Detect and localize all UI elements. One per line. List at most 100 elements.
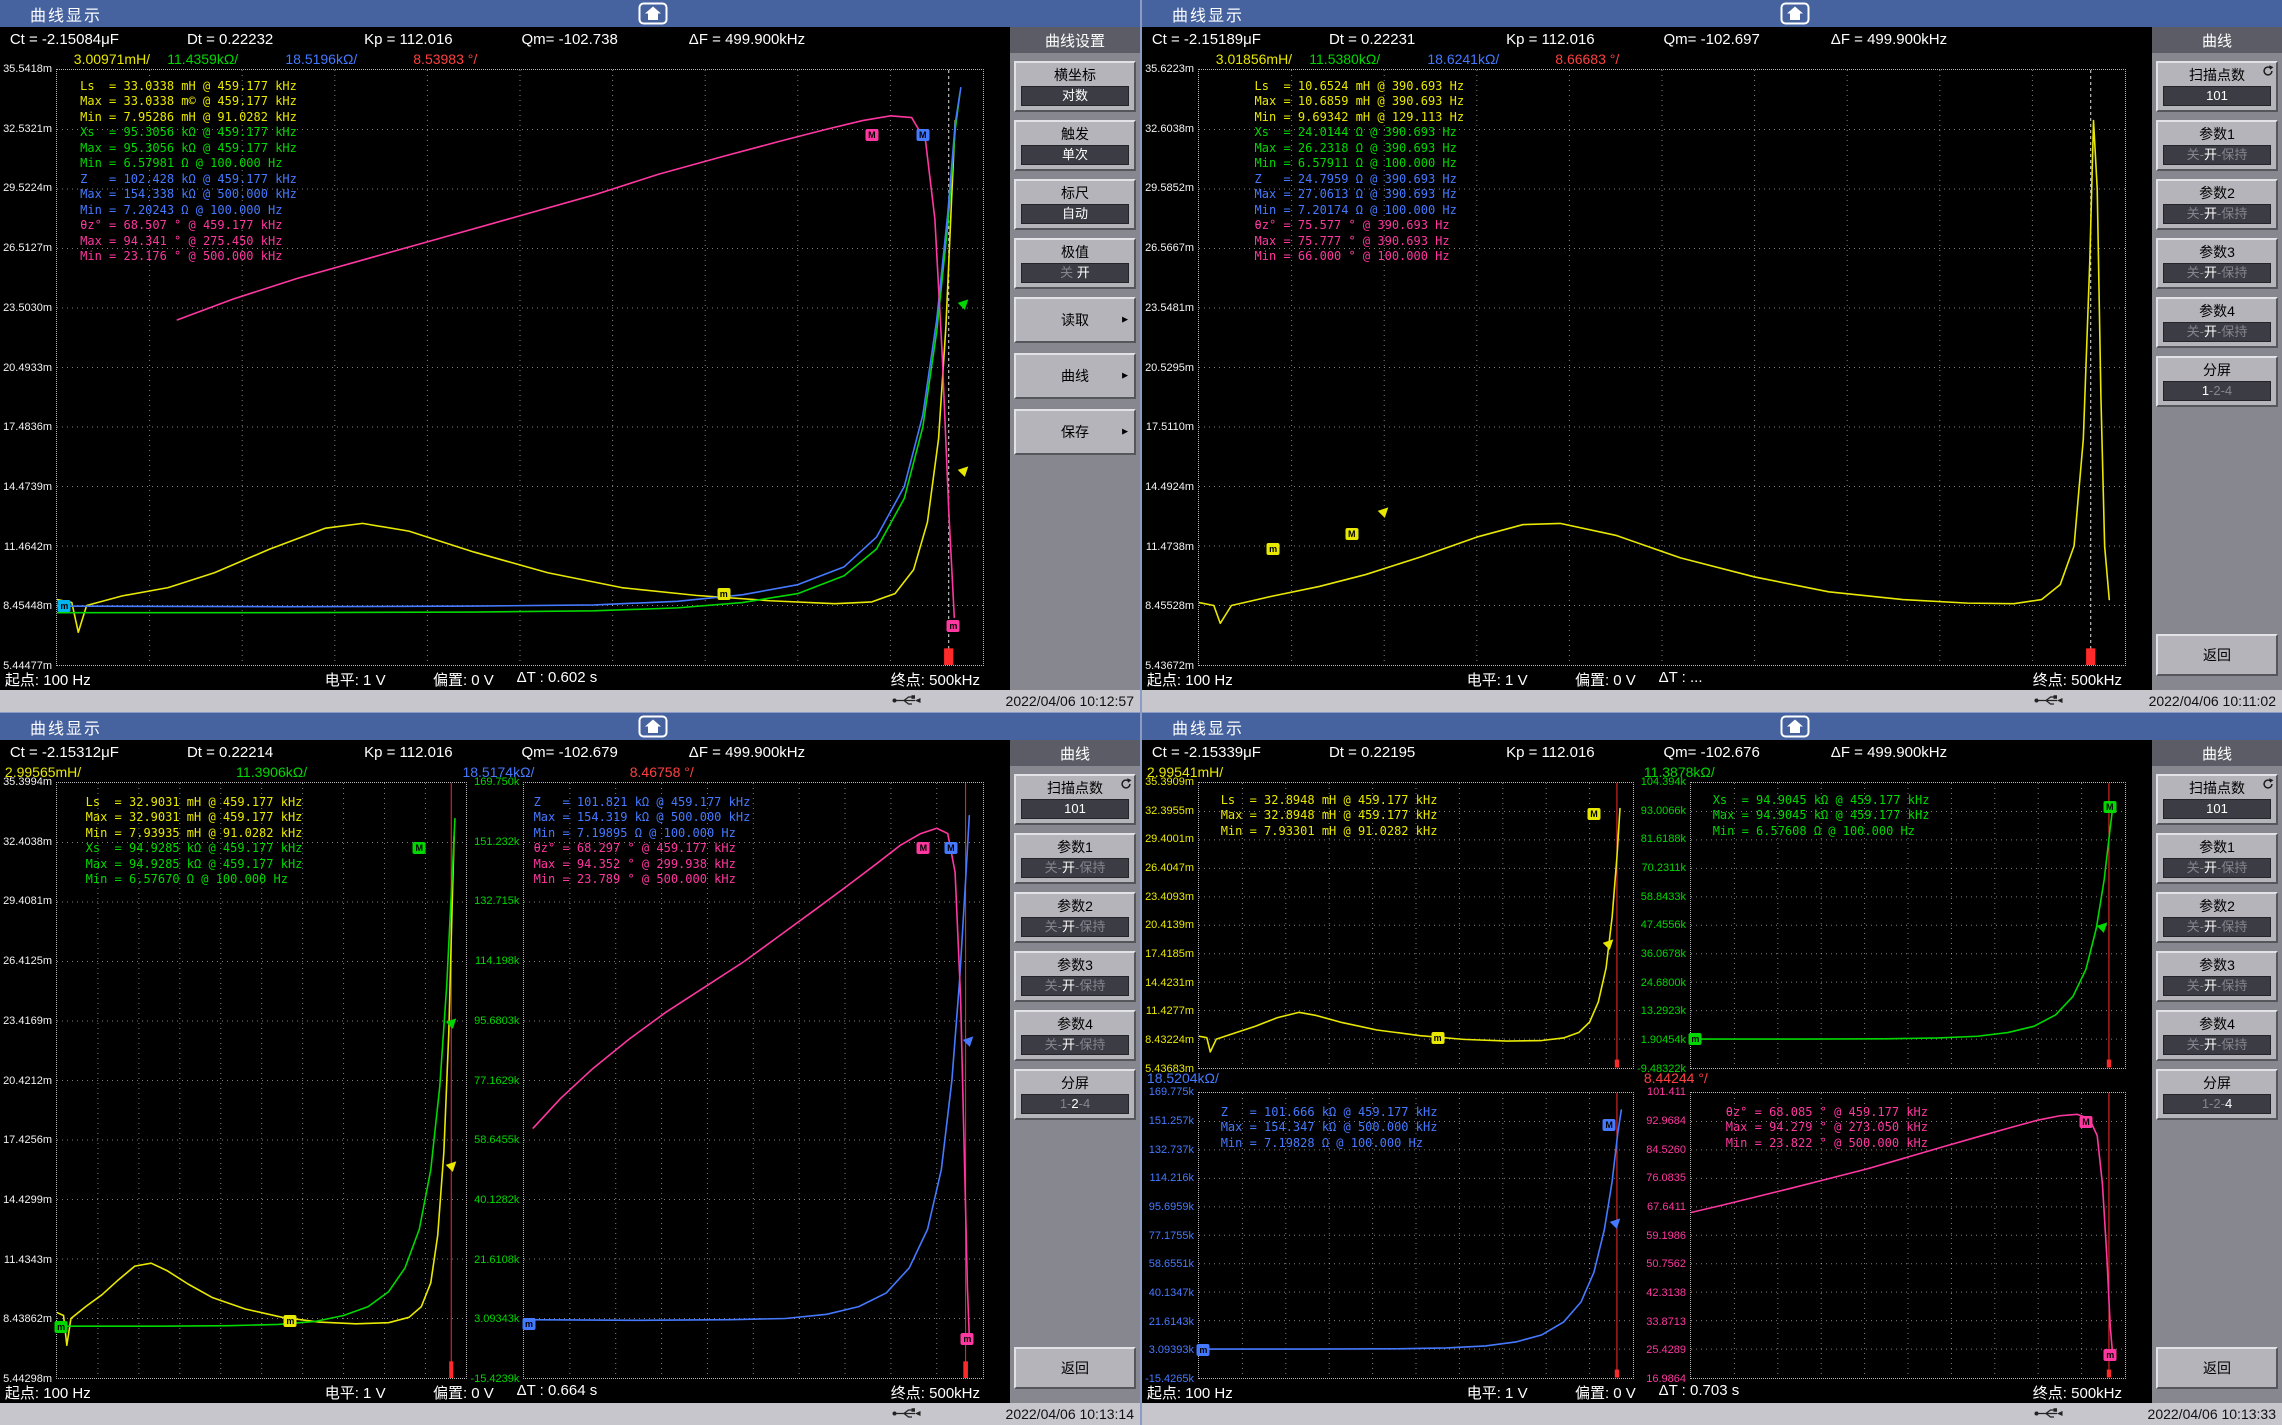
softkey-button[interactable]: 参数3关-开-保持 xyxy=(2156,238,2278,289)
y-axis-tick: 93.0066k xyxy=(1641,805,1686,817)
usb-icon xyxy=(892,694,922,707)
status-item: 起点: 100 Hz xyxy=(5,1382,91,1403)
home-button[interactable] xyxy=(638,715,668,738)
status-bar: 起点: 100 Hz电平: 1 V偏置: 0 VΔT : 0.602 s终点: … xyxy=(0,666,984,690)
chart: 169.775k151.257k132.737k114.216k95.6959k… xyxy=(1142,1092,1634,1379)
softkey-button[interactable]: 扫描点数 101 xyxy=(2156,61,2278,112)
measurement-value: Ct = -2.15312μF xyxy=(10,744,119,761)
softkey-button[interactable]: 参数3关-开-保持 xyxy=(1014,951,1136,1002)
y-axis-tick: 11.4343m xyxy=(4,1254,52,1266)
softkey-button[interactable]: 参数4关-开-保持 xyxy=(2156,297,2278,348)
status-item: 偏置: 0 V xyxy=(1575,1382,1636,1403)
softkey-button[interactable]: 参数1关-开-保持 xyxy=(2156,833,2278,884)
title-bar: 曲线显示 xyxy=(0,713,1140,740)
softkey-button[interactable]: 曲线► xyxy=(1014,353,1136,399)
reset-icon xyxy=(2262,65,2274,77)
back-button[interactable]: 返回 xyxy=(2156,634,2278,676)
readout-line: Max = 94.352 ° @ 299.938 kHz xyxy=(534,857,751,873)
softkey-value: 关-开-保持 xyxy=(2163,204,2271,224)
marker-chip: m xyxy=(284,1315,297,1327)
y-axis-tick: 23.4169m xyxy=(3,1015,52,1027)
readout-line: Ls = 32.9031 mH @ 459.177 kHz xyxy=(86,795,303,811)
readout-block: Xs = 94.9045 kΩ @ 459.177 kHzMax = 94.90… xyxy=(1713,793,1930,840)
y-axis-tick: 20.4933m xyxy=(3,362,52,374)
cursor-pen-icon[interactable]: ▶ xyxy=(447,1015,457,1028)
readout-line: Min = 6.57981 Ω @ 100.000 Hz xyxy=(80,156,297,172)
softkey-button[interactable]: 参数2关-开-保持 xyxy=(1014,892,1136,943)
readout-block: Ls = 32.9031 mH @ 459.177 kHzMax = 32.90… xyxy=(86,795,303,888)
softkey-label: 参数2 xyxy=(2160,897,2274,915)
y-axis-tick: 23.5481m xyxy=(1145,302,1194,314)
cursor-pen-icon[interactable]: ▶ xyxy=(964,1032,974,1045)
softkey-button[interactable]: 保存► xyxy=(1014,409,1136,455)
softkey-button[interactable]: 触发单次 xyxy=(1014,120,1136,171)
softkey-button[interactable]: 参数4关-开-保持 xyxy=(1014,1010,1136,1061)
cursor-pen-icon[interactable]: ▶ xyxy=(1379,504,1389,517)
scale-factor: 8.46758 °/ xyxy=(630,764,694,780)
back-button[interactable]: 返回 xyxy=(2156,1347,2278,1389)
marker-chip: m xyxy=(1431,1032,1444,1044)
status-item: 电平: 1 V xyxy=(325,669,386,690)
softkey-value-segment: -2-4 xyxy=(2209,383,2232,398)
softkey-value-segment: 关 xyxy=(1060,265,1077,280)
usb-icon xyxy=(2034,694,2064,707)
content-column: Ct = -2.15312μFDt = 0.22214Kp = 112.016Q… xyxy=(0,740,1010,1403)
y-axis-tick: 11.4738m xyxy=(1146,541,1194,553)
softkey-button[interactable]: 极值关 开 xyxy=(1014,238,1136,289)
softkey-button[interactable]: 扫描点数101 xyxy=(1014,774,1136,825)
y-axis-tick: 77.1755k xyxy=(1149,1230,1194,1242)
cursor-pen-icon[interactable]: ▶ xyxy=(959,462,969,475)
softkey-value-segment: 开 xyxy=(2204,1037,2217,1052)
usb-icon xyxy=(892,694,922,707)
readout-line: Max = 10.6859 mH @ 390.693 Hz xyxy=(1255,94,1465,110)
y-axis-tick: 29.4081m xyxy=(3,895,52,907)
softkey-button[interactable]: 参数1关-开-保持 xyxy=(1014,833,1136,884)
scale-factor: 18.5196kΩ/ xyxy=(285,51,357,67)
status-item: 终点: 500kHz xyxy=(891,1382,980,1403)
y-axis-tick: 26.4047m xyxy=(1145,862,1194,874)
softkey-button[interactable]: 标尺自动 xyxy=(1014,179,1136,230)
y-axis-tick: 25.4289 xyxy=(1646,1344,1686,1356)
softkey-button[interactable]: 参数2关-开-保持 xyxy=(2156,179,2278,230)
cursor-pen-icon[interactable]: ▶ xyxy=(959,296,969,309)
measurement-value: Qm= -102.697 xyxy=(1664,31,1760,48)
softkey-button[interactable]: 分屏1-2-4 xyxy=(2156,1069,2278,1120)
home-button[interactable] xyxy=(1780,2,1810,25)
timestamp: 2022/04/06 10:13:14 xyxy=(1006,1406,1134,1422)
softkey-label: 参数4 xyxy=(1018,1015,1132,1033)
y-axis-tick: 114.216k xyxy=(1150,1172,1194,1184)
softkey-button[interactable]: 参数3关-开-保持 xyxy=(2156,951,2278,1002)
cursor-pen-icon[interactable]: ▶ xyxy=(1611,1215,1621,1228)
y-axis-tick: 8.45448m xyxy=(3,600,52,612)
softkey-button[interactable]: 读取► xyxy=(1014,297,1136,343)
readout-line: Max = 94.279 ° @ 273.050 kHz xyxy=(1726,1120,1928,1136)
softkey-button[interactable]: 参数2关-开-保持 xyxy=(2156,892,2278,943)
back-button[interactable]: 返回 xyxy=(1014,1347,1136,1389)
y-axis-tick: 17.5110m xyxy=(1146,421,1194,433)
status-item: ΔT : ... xyxy=(1659,669,1703,686)
readout-line: Min = 7.20174 Ω @ 100.000 Hz xyxy=(1255,203,1465,219)
softkey-button[interactable]: 参数4关-开-保持 xyxy=(2156,1010,2278,1061)
cursor-pen-icon[interactable]: ▶ xyxy=(447,1157,457,1170)
cursor-pen-icon[interactable]: ▶ xyxy=(2098,919,2108,932)
softkey-button[interactable]: 分屏1-2-4 xyxy=(2156,356,2278,407)
softkey-value: 单次 xyxy=(1021,145,1129,165)
softkey-button[interactable]: 横坐标对数 xyxy=(1014,61,1136,112)
softkey-button[interactable]: 参数1关-开-保持 xyxy=(2156,120,2278,171)
sidebar-header: 曲线设置 xyxy=(1010,27,1140,53)
readout-block: Z = 101.821 kΩ @ 459.177 kHzMax = 154.31… xyxy=(534,795,751,888)
softkey-value-segment: 关- xyxy=(1045,978,1062,993)
measurement-bar: Ct = -2.15339μFDt = 0.22195Kp = 112.016Q… xyxy=(1142,740,2126,764)
softkey-value: 101 xyxy=(2163,86,2271,106)
y-axis: 35.6223m32.6038m29.5852m26.5667m23.5481m… xyxy=(1142,69,1198,666)
cursor-pen-icon[interactable]: ▶ xyxy=(1604,936,1614,949)
softkey-label: 扫描点数 xyxy=(2160,66,2274,84)
home-button[interactable] xyxy=(638,2,668,25)
softkey-label: 参数4 xyxy=(2160,1015,2274,1033)
softkey-value-segment: 自动 xyxy=(1062,206,1088,221)
y-axis-tick: 29.4001m xyxy=(1145,833,1194,845)
softkey-button[interactable]: 扫描点数101 xyxy=(2156,774,2278,825)
home-button[interactable] xyxy=(1780,715,1810,738)
softkey-button[interactable]: 分屏1-2-4 xyxy=(1014,1069,1136,1120)
status-item: ΔT : 0.602 s xyxy=(517,669,598,686)
